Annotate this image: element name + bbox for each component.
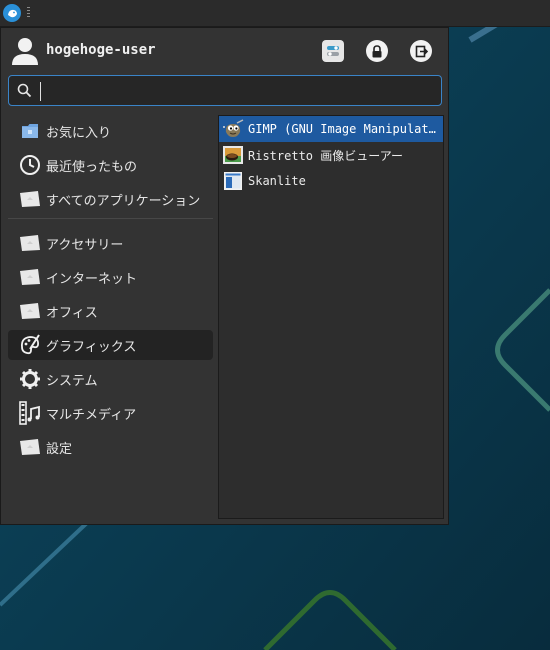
search-input[interactable]	[39, 80, 433, 104]
category-list: お気に入り 最近使ったもの すべてのアプリケーション アクセサリー インターネッ…	[8, 116, 213, 466]
category-label: オフィス	[46, 305, 98, 321]
category-label: お気に入り	[46, 125, 112, 141]
app-item-ristretto[interactable]: Ristretto 画像ビューアー	[219, 142, 443, 168]
app-label: Ristretto 画像ビューアー	[248, 148, 404, 163]
category-settings[interactable]: 設定	[8, 432, 213, 462]
category-label: 設定	[46, 441, 73, 457]
panel-handle[interactable]	[27, 7, 30, 19]
text-cursor	[40, 82, 41, 101]
lock-icon	[372, 44, 382, 57]
category-multimedia[interactable]: マルチメディア	[8, 398, 213, 428]
category-all-apps[interactable]: すべてのアプリケーション	[8, 184, 213, 214]
user-avatar-icon	[12, 38, 38, 65]
category-favorites[interactable]: お気に入り	[8, 116, 213, 146]
gimp-icon	[223, 119, 244, 137]
app-label: Skanlite	[248, 174, 306, 188]
clock-icon	[18, 153, 42, 177]
all-apps-icon	[18, 187, 42, 211]
whisker-menu-button[interactable]	[3, 4, 21, 22]
settings-icon	[327, 46, 339, 56]
category-internet[interactable]: インターネット	[8, 262, 213, 292]
logout-button[interactable]	[410, 40, 432, 62]
application-list: GIMP (GNU Image Manipulat… Ristretto 画像ビ…	[218, 115, 444, 519]
internet-icon	[18, 265, 42, 289]
category-label: アクセサリー	[46, 237, 124, 253]
gear-icon	[18, 367, 42, 391]
favorites-icon	[18, 119, 42, 143]
app-item-gimp[interactable]: GIMP (GNU Image Manipulat…	[219, 116, 443, 142]
category-label: マルチメディア	[46, 407, 137, 423]
category-label: グラフィックス	[46, 339, 137, 355]
search-icon	[17, 83, 32, 98]
app-label: GIMP (GNU Image Manipulat…	[248, 122, 436, 136]
category-office[interactable]: オフィス	[8, 296, 213, 326]
lock-screen-button[interactable]	[366, 40, 388, 62]
category-label: 最近使ったもの	[46, 159, 138, 175]
accessories-icon	[18, 231, 42, 255]
username: hogehoge-user	[46, 42, 156, 58]
office-icon	[18, 299, 42, 323]
category-label: システム	[46, 373, 98, 389]
user-header: hogehoge-user	[1, 28, 450, 74]
multimedia-icon	[18, 401, 42, 425]
search-field[interactable]	[8, 75, 442, 106]
ristretto-icon	[223, 146, 243, 164]
top-panel	[0, 0, 550, 27]
category-separator	[8, 218, 213, 219]
settings-category-icon	[18, 435, 42, 459]
category-label: インターネット	[46, 271, 138, 287]
category-system[interactable]: システム	[8, 364, 213, 394]
whisker-menu-icon	[8, 9, 17, 18]
app-item-skanlite[interactable]: Skanlite	[219, 168, 443, 194]
logout-icon	[415, 45, 428, 57]
category-label: すべてのアプリケーション	[46, 193, 201, 209]
whisker-menu: hogehoge-user お気に入り 最近使ったもの すべてのアプリケーション…	[0, 27, 449, 525]
skanlite-icon	[224, 172, 242, 190]
category-accessories[interactable]: アクセサリー	[8, 228, 213, 258]
category-recent[interactable]: 最近使ったもの	[8, 150, 213, 180]
graphics-icon	[18, 333, 42, 357]
settings-manager-button[interactable]	[322, 40, 344, 62]
category-graphics[interactable]: グラフィックス	[8, 330, 213, 360]
